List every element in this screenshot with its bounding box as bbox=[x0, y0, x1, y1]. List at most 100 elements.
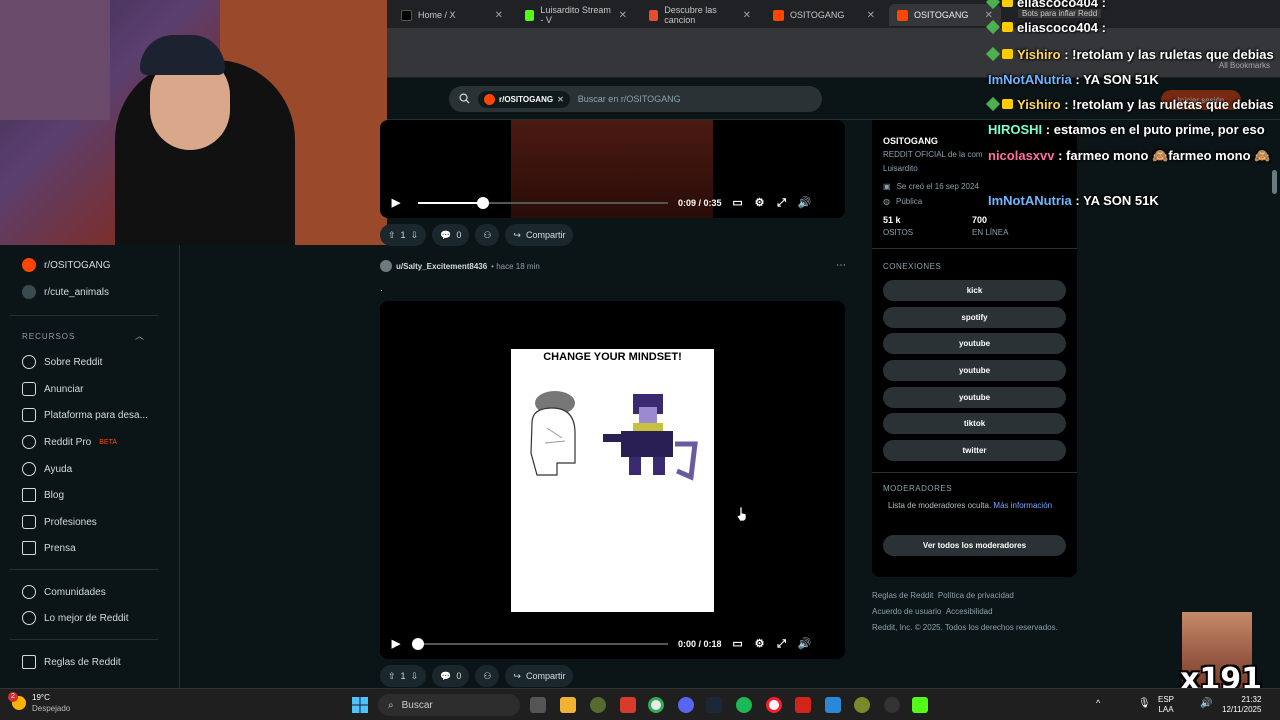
volume-icon[interactable]: 🔊 bbox=[798, 638, 812, 650]
connection-twitter[interactable]: twitter bbox=[883, 440, 1066, 461]
connection-youtube-2[interactable]: youtube bbox=[883, 360, 1066, 381]
share-button[interactable]: ↪ Compartir bbox=[505, 224, 574, 246]
video-progress-knob[interactable] bbox=[477, 197, 489, 209]
downvote-icon[interactable]: ⇩ bbox=[411, 230, 419, 241]
footer-accessibility-link[interactable]: Accesibilidad bbox=[946, 607, 993, 616]
downvote-icon[interactable]: ⇩ bbox=[411, 671, 419, 682]
close-icon[interactable]: ✕ bbox=[743, 10, 751, 21]
search-input[interactable]: r/OSITOGANG ✕ Buscar en r/OSITOGANG bbox=[449, 86, 822, 112]
connection-spotify[interactable]: spotify bbox=[883, 307, 1066, 328]
video-player-2[interactable]: CHANGE YOUR MINDSET! ▶ 0:00 / 0:18 ▭ ⚙ ⤢… bbox=[380, 301, 845, 659]
post-title[interactable]: . bbox=[380, 283, 383, 294]
gear-icon[interactable]: ⚙ bbox=[754, 197, 766, 209]
spotify-icon[interactable] bbox=[736, 697, 752, 713]
sidebar-item-advertise[interactable]: Anunciar bbox=[22, 379, 83, 399]
video-progress[interactable] bbox=[418, 197, 668, 209]
sidebar-item-cute-animals[interactable]: r/cute_animals bbox=[22, 282, 109, 302]
footer-user-agreement-link[interactable]: Acuerdo de usuario bbox=[872, 607, 941, 616]
app-icon-3[interactable] bbox=[854, 697, 870, 713]
award-button[interactable]: ⚇ bbox=[475, 224, 500, 246]
obs-icon[interactable] bbox=[884, 697, 900, 713]
kick-icon[interactable] bbox=[912, 697, 928, 713]
video-progress-knob[interactable] bbox=[412, 638, 424, 650]
footer-privacy-link[interactable]: Política de privacidad bbox=[938, 591, 1014, 600]
acrobat-icon[interactable] bbox=[795, 697, 811, 713]
post-author[interactable]: u/Salty_Excitement8436 bbox=[396, 262, 487, 271]
fullscreen-icon[interactable]: ⤢ bbox=[776, 197, 788, 209]
share-button[interactable]: ↪ Compartir bbox=[505, 665, 574, 687]
close-icon[interactable]: ✕ bbox=[495, 10, 503, 21]
language-indicator[interactable]: ESP LAA bbox=[1158, 695, 1174, 715]
weather-widget[interactable]: 2 19°C Despejado bbox=[8, 692, 70, 714]
connection-youtube-1[interactable]: youtube bbox=[883, 333, 1066, 354]
taskbar-search-input[interactable]: ⌕ Buscar bbox=[378, 694, 520, 716]
gear-icon[interactable]: ⚙ bbox=[754, 638, 766, 650]
vote-pill: ⇧ 1 ⇩ bbox=[380, 224, 427, 246]
connections-heading: CONEXIONES bbox=[883, 262, 942, 271]
tab-home-x[interactable]: Home / X ✕ bbox=[393, 4, 511, 26]
upvote-icon[interactable]: ⇧ bbox=[388, 671, 396, 682]
task-view-icon[interactable] bbox=[530, 697, 546, 713]
more-options-icon[interactable]: ⋯ bbox=[836, 260, 846, 271]
tab-descubre[interactable]: Descubre las cancion ✕ bbox=[641, 4, 759, 26]
meme-frame: CHANGE YOUR MINDSET! bbox=[511, 349, 714, 612]
sidebar-item-press[interactable]: Prensa bbox=[22, 538, 76, 558]
tab-luisardito-stream[interactable]: Luisardito Stream - V ✕ bbox=[517, 4, 635, 26]
clock-time: 21:32 bbox=[1241, 695, 1262, 704]
comments-button[interactable]: 💬 0 bbox=[432, 224, 470, 246]
close-icon[interactable]: ✕ bbox=[557, 95, 564, 104]
left-sidebar: r/OSITOGANG r/cute_animals RECURSOS ︿ So… bbox=[0, 245, 180, 688]
sidebar-item-reddit-pro[interactable]: Reddit Pro BETA bbox=[22, 432, 117, 452]
sidebar-item-rules[interactable]: Reglas de Reddit bbox=[22, 652, 121, 672]
sidebar-item-help[interactable]: Ayuda bbox=[22, 459, 72, 479]
tab-ositogang-1[interactable]: OSITOGANG ✕ bbox=[765, 4, 883, 26]
subreddit-chip[interactable]: r/OSITOGANG ✕ bbox=[478, 90, 570, 108]
chevron-up-icon[interactable]: ^ bbox=[1096, 698, 1100, 708]
sidebar-item-careers[interactable]: Profesiones bbox=[22, 512, 97, 532]
sidebar-item-ositogang[interactable]: r/OSITOGANG bbox=[22, 255, 111, 275]
captions-icon[interactable]: ▭ bbox=[732, 197, 744, 209]
steam-icon[interactable] bbox=[706, 697, 722, 713]
captions-icon[interactable]: ▭ bbox=[732, 638, 744, 650]
app-icon-2[interactable] bbox=[620, 697, 636, 713]
notepad-icon[interactable] bbox=[825, 697, 841, 713]
connection-youtube-3[interactable]: youtube bbox=[883, 387, 1066, 408]
more-info-link[interactable]: Más información bbox=[993, 501, 1052, 510]
chevron-up-icon[interactable]: ︿ bbox=[135, 329, 144, 342]
chat-user: Yishiro bbox=[1017, 47, 1061, 62]
volume-icon[interactable]: 🔊 bbox=[1200, 698, 1212, 709]
opera-icon[interactable] bbox=[766, 697, 782, 713]
chat-user: eliascoco404 bbox=[1017, 20, 1098, 35]
sidebar-item-developer-platform[interactable]: Plataforma para desa... bbox=[22, 405, 148, 425]
play-icon[interactable]: ▶ bbox=[390, 638, 402, 650]
app-icon-1[interactable] bbox=[590, 697, 606, 713]
sidebar-item-communities[interactable]: Comunidades bbox=[22, 582, 106, 602]
footer-rules-link[interactable]: Reglas de Reddit bbox=[872, 591, 933, 600]
connection-tiktok[interactable]: tiktok bbox=[883, 413, 1066, 434]
avatar[interactable] bbox=[380, 260, 392, 272]
tab-label: OSITOGANG bbox=[914, 10, 969, 20]
file-explorer-icon[interactable] bbox=[560, 697, 576, 713]
microphone-icon[interactable]: 🎙 bbox=[1138, 698, 1151, 709]
comments-button[interactable]: 💬 0 bbox=[432, 665, 470, 687]
clock[interactable]: 21:32 12/11/2025 bbox=[1222, 695, 1261, 715]
connection-kick[interactable]: kick bbox=[883, 280, 1066, 301]
close-icon[interactable]: ✕ bbox=[619, 10, 627, 21]
community-name: OSITOGANG bbox=[883, 136, 938, 146]
close-icon[interactable]: ✕ bbox=[867, 10, 875, 21]
video-player-1[interactable]: ▶ 0:09 / 0:35 ▭ ⚙ ⤢ 🔊 bbox=[380, 120, 845, 218]
play-icon[interactable]: ▶ bbox=[390, 197, 402, 209]
discord-icon[interactable] bbox=[678, 697, 694, 713]
sidebar-item-about[interactable]: Sobre Reddit bbox=[22, 352, 102, 372]
sidebar-item-best-of[interactable]: Lo mejor de Reddit bbox=[22, 608, 129, 628]
award-button[interactable]: ⚇ bbox=[475, 665, 500, 687]
upvote-icon[interactable]: ⇧ bbox=[388, 230, 396, 241]
volume-icon[interactable]: 🔊 bbox=[798, 197, 812, 209]
windows-start-icon[interactable] bbox=[352, 697, 368, 713]
chrome-icon[interactable] bbox=[648, 697, 664, 713]
award-icon: ⚇ bbox=[483, 229, 492, 240]
view-moderators-button[interactable]: Ver todos los moderadores bbox=[883, 535, 1066, 556]
video-progress[interactable] bbox=[412, 638, 668, 650]
sidebar-item-blog[interactable]: Blog bbox=[22, 485, 64, 505]
fullscreen-icon[interactable]: ⤢ bbox=[776, 638, 788, 650]
